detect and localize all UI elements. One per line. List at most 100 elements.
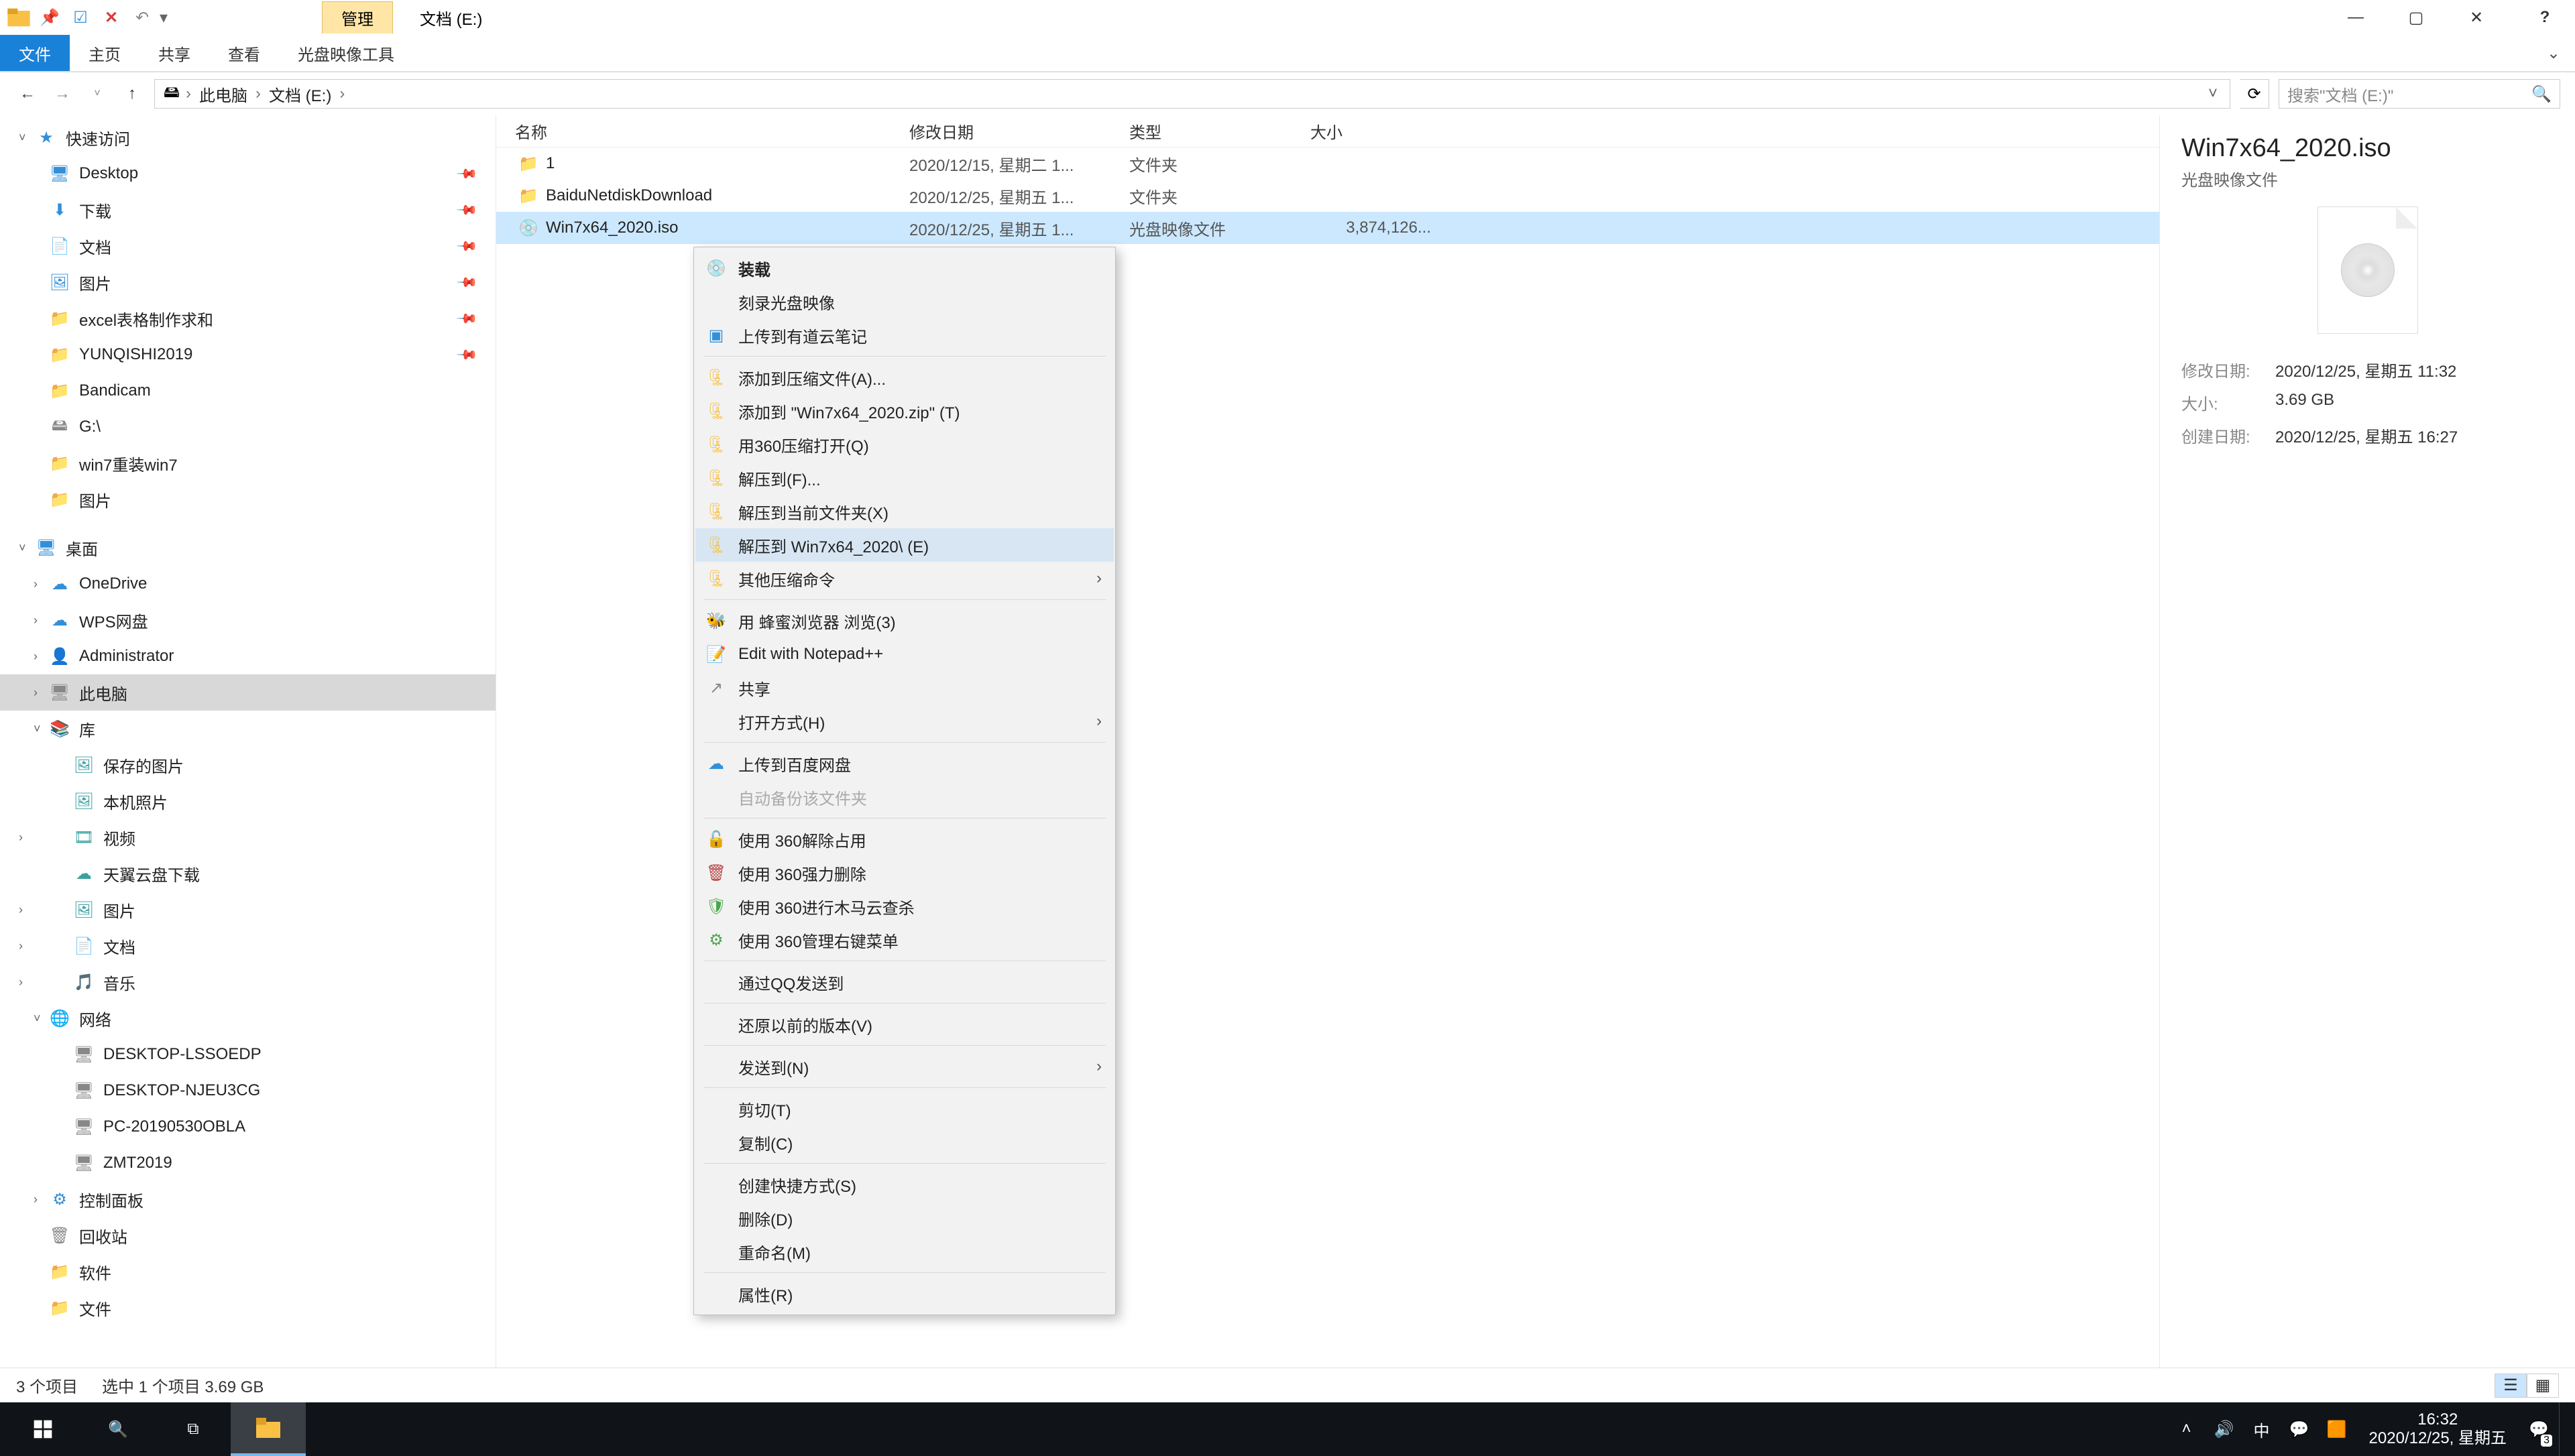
nav-back[interactable]: ← <box>15 81 40 107</box>
ctx-rename[interactable]: 重命名(M) <box>695 1235 1114 1268</box>
nav-lib-music[interactable]: ›🎵音乐 <box>0 964 496 1000</box>
ctx-360-delete[interactable]: 🗑使用 360强力删除 <box>695 856 1114 890</box>
nav-local-pics[interactable]: 🖼本机照片 <box>0 783 496 819</box>
ime-indicator[interactable]: 中 <box>2244 1402 2279 1456</box>
nav-yunqishi[interactable]: 📁YUNQISHI2019📌 <box>0 337 496 373</box>
nav-control-panel[interactable]: ›⚙控制面板 <box>0 1181 496 1217</box>
start-button[interactable] <box>5 1402 80 1456</box>
nav-pictures2[interactable]: 📁图片 <box>0 481 496 518</box>
qat-delete-icon[interactable]: ✕ <box>98 4 125 31</box>
nav-pc-3[interactable]: 🖥PC-20190530OBLA <box>0 1109 496 1145</box>
nav-thispc[interactable]: ›🖥此电脑 <box>0 674 496 711</box>
tab-home[interactable]: 主页 <box>70 35 139 71</box>
notification-badge[interactable]: 💬3 <box>2521 1402 2556 1456</box>
ctx-add-zip[interactable]: 🗜添加到 "Win7x64_2020.zip" (T) <box>695 394 1114 428</box>
nav-videos[interactable]: ›🎞视频 <box>0 819 496 855</box>
chevron-right-icon[interactable]: › <box>254 84 262 103</box>
ctx-extract-here[interactable]: 🗜解压到当前文件夹(X) <box>695 495 1114 528</box>
breadcrumb-thispc[interactable]: 此电脑 <box>195 82 251 106</box>
explorer-taskbar[interactable] <box>231 1402 306 1456</box>
col-date[interactable]: 修改日期 <box>909 119 1129 143</box>
nav-pc-1[interactable]: 🖥DESKTOP-LSSOEDP <box>0 1036 496 1073</box>
ctx-copy[interactable]: 复制(C) <box>695 1126 1114 1159</box>
nav-software[interactable]: 📁软件 <box>0 1254 496 1290</box>
ctx-extract-folder[interactable]: 🗜解压到 Win7x64_2020\ (E) <box>695 528 1114 562</box>
nav-up[interactable]: ↑ <box>119 81 145 107</box>
nav-pc-2[interactable]: 🖥DESKTOP-NJEU3CG <box>0 1073 496 1109</box>
qat-undo-icon[interactable]: ↶ <box>129 4 156 31</box>
search-input[interactable]: 搜索"文档 (E:)" 🔍 <box>2279 79 2560 109</box>
nav-files[interactable]: 📁文件 <box>0 1290 496 1326</box>
nav-quick-access[interactable]: ˅★快速访问 <box>0 119 496 156</box>
nav-downloads[interactable]: ⬇下载📌 <box>0 192 496 228</box>
ctx-properties[interactable]: 属性(R) <box>695 1277 1114 1311</box>
ctx-360-unlock[interactable]: 🔓使用 360解除占用 <box>695 823 1114 856</box>
nav-gdrive[interactable]: 🖴G:\ <box>0 409 496 445</box>
tab-file[interactable]: 文件 <box>0 35 70 71</box>
tab-view[interactable]: 查看 <box>209 35 279 71</box>
nav-onedrive[interactable]: ›☁OneDrive <box>0 566 496 602</box>
tab-share[interactable]: 共享 <box>139 35 209 71</box>
action-center-icon[interactable]: 💬 <box>2282 1402 2317 1456</box>
ctx-360-menu[interactable]: ⚙使用 360管理右键菜单 <box>695 923 1114 957</box>
nav-documents[interactable]: 📄文档📌 <box>0 228 496 264</box>
nav-network[interactable]: ˅🌐网络 <box>0 1000 496 1036</box>
nav-win7[interactable]: 📁win7重装win7 <box>0 445 496 481</box>
col-size[interactable]: 大小 <box>1310 119 1444 143</box>
ctx-restore[interactable]: 还原以前的版本(V) <box>695 1008 1114 1041</box>
taskbar[interactable]: 🔍 ⧉ ˄ 🔊 中 💬 🟧 16:32 2020/12/25, 星期五 💬3 <box>0 1402 2575 1456</box>
nav-wps[interactable]: ›☁WPS网盘 <box>0 602 496 638</box>
ctx-youdao[interactable]: ▣上传到有道云笔记 <box>695 318 1114 352</box>
ctx-extract-to[interactable]: 🗜解压到(F)... <box>695 461 1114 495</box>
qat-pin-icon[interactable]: 📌 <box>36 4 63 31</box>
taskbar-clock[interactable]: 16:32 2020/12/25, 星期五 <box>2357 1410 2519 1448</box>
search-button[interactable]: 🔍 <box>80 1402 156 1456</box>
maximize-button[interactable]: ▢ <box>2386 0 2446 35</box>
nav-bandicam[interactable]: 📁Bandicam <box>0 373 496 409</box>
ctx-add-archive[interactable]: 🗜添加到压缩文件(A)... <box>695 361 1114 394</box>
nav-lib-docs[interactable]: ›📄文档 <box>0 928 496 964</box>
nav-admin[interactable]: ›👤Administrator <box>0 638 496 674</box>
col-type[interactable]: 类型 <box>1129 119 1310 143</box>
refresh-button[interactable]: ⟳ <box>2240 79 2269 109</box>
nav-pictures[interactable]: 🖼图片📌 <box>0 264 496 300</box>
nav-saved-pics[interactable]: 🖼保存的图片 <box>0 747 496 783</box>
nav-lib-pics[interactable]: ›🖼图片 <box>0 892 496 928</box>
breadcrumb[interactable]: 🖴 › 此电脑 › 文档 (E:) › ˅ <box>154 79 2230 109</box>
bandicam-tray-icon[interactable]: 🟧 <box>2320 1402 2354 1456</box>
ctx-shortcut[interactable]: 创建快捷方式(S) <box>695 1168 1114 1201</box>
nav-pc-4[interactable]: 🖥ZMT2019 <box>0 1145 496 1181</box>
qat-properties-icon[interactable]: ☑ <box>67 4 94 31</box>
help-icon[interactable]: ? <box>2515 0 2575 35</box>
tab-iso-tools[interactable]: 光盘映像工具 <box>279 35 413 71</box>
close-button[interactable]: ✕ <box>2446 0 2507 35</box>
nav-pane[interactable]: ˅★快速访问 🖥Desktop📌 ⬇下载📌 📄文档📌 🖼图片📌 📁excel表格… <box>0 115 496 1368</box>
file-row[interactable]: 📁 BaiduNetdiskDownload 2020/12/25, 星期五 1… <box>496 180 2159 212</box>
show-desktop[interactable] <box>2559 1402 2570 1456</box>
file-row-selected[interactable]: 💿 Win7x64_2020.iso 2020/12/25, 星期五 1... … <box>496 212 2159 244</box>
view-icons[interactable]: ▦ <box>2527 1374 2559 1398</box>
ctx-notepad[interactable]: 📝Edit with Notepad++ <box>695 638 1114 671</box>
ribbon-context-tab[interactable]: 管理 <box>322 1 393 34</box>
ctx-open-with[interactable]: 打开方式(H)› <box>695 705 1114 738</box>
nav-excel[interactable]: 📁excel表格制作求和📌 <box>0 300 496 337</box>
ctx-open-360[interactable]: 🗜用360压缩打开(Q) <box>695 428 1114 461</box>
nav-recent-dropdown[interactable]: ˅ <box>84 81 110 107</box>
nav-libraries[interactable]: ˅📚库 <box>0 711 496 747</box>
view-details[interactable]: ☰ <box>2495 1374 2527 1398</box>
ctx-cut[interactable]: 剪切(T) <box>695 1092 1114 1126</box>
ctx-mount[interactable]: 💿装载 <box>695 251 1114 285</box>
breadcrumb-dropdown[interactable]: ˅ <box>2203 84 2223 103</box>
nav-tianyi[interactable]: ☁天翼云盘下载 <box>0 855 496 892</box>
breadcrumb-drive[interactable]: 文档 (E:) <box>265 82 335 106</box>
minimize-button[interactable]: — <box>2326 0 2386 35</box>
ctx-share[interactable]: ↗共享 <box>695 671 1114 705</box>
ctx-other-compress[interactable]: 🗜其他压缩命令› <box>695 562 1114 595</box>
file-row[interactable]: 📁 1 2020/12/15, 星期二 1... 文件夹 <box>496 147 2159 180</box>
tray-expand[interactable]: ˄ <box>2169 1402 2204 1456</box>
chevron-right-icon[interactable]: › <box>338 84 346 103</box>
ctx-360-scan[interactable]: 🛡使用 360进行木马云查杀 <box>695 890 1114 923</box>
search-icon[interactable]: 🔍 <box>2531 84 2552 104</box>
ribbon-collapse[interactable]: ⌄ <box>2532 35 2575 71</box>
volume-icon[interactable]: 🔊 <box>2207 1402 2242 1456</box>
